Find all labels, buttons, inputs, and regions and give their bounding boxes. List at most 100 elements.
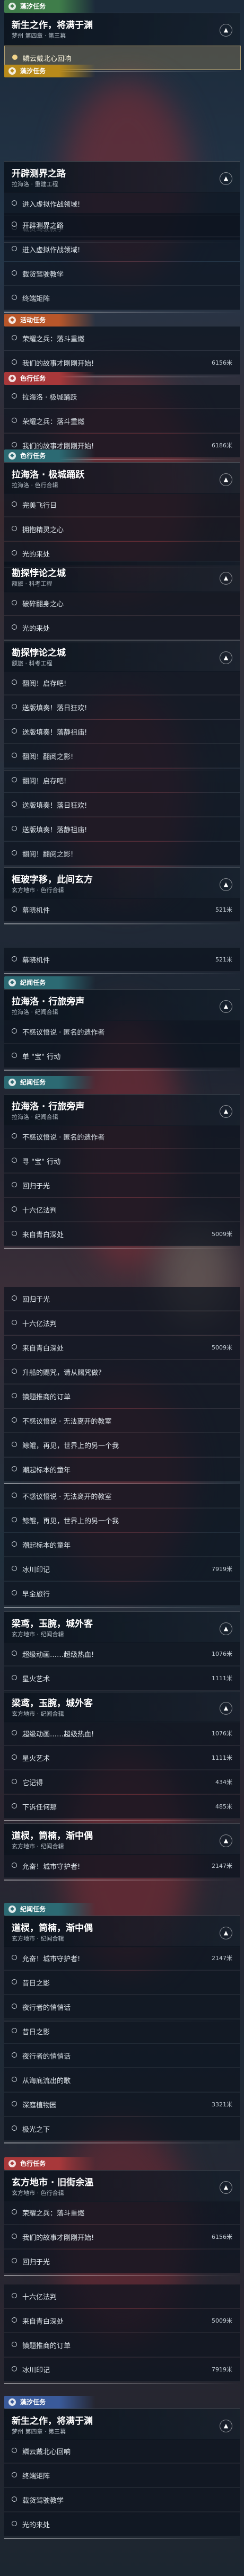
quest-objective-row[interactable]: 载货驾驶教学 bbox=[4, 2488, 240, 2512]
quest-objective-row[interactable]: 单 "宝" 行动 bbox=[4, 1044, 240, 1068]
quest-objective-row[interactable]: 十六亿法判 bbox=[4, 1311, 240, 1335]
quest-objective-row[interactable]: 来自青白深处 5009米 bbox=[4, 1222, 240, 1246]
quest-objective-row[interactable]: 鳞云戴北心回响 bbox=[4, 2439, 240, 2463]
objective-status-icon bbox=[12, 2496, 17, 2502]
quest-objective-row[interactable]: 昔日之影 bbox=[4, 1971, 240, 1995]
quest-objective-row[interactable]: 终端矩阵 bbox=[4, 286, 240, 310]
quest-objective-row[interactable]: 光的来处 bbox=[4, 2512, 240, 2536]
chevron-up-icon[interactable]: ▲ bbox=[220, 1834, 232, 1847]
quest-objective-row[interactable]: 开辟测界之路 bbox=[4, 213, 240, 237]
quest-objective-row[interactable]: 升船的赐咒，请从赐咒做? bbox=[4, 1360, 240, 1384]
quest-objective-row[interactable]: 终端矩阵 bbox=[4, 2464, 240, 2487]
quest-objective-row[interactable]: 深庭植物园 3321米 bbox=[4, 2093, 240, 2116]
quest-card[interactable]: 道棂，筒楠，渐中偶 玄方地市 · 纪闻合辑 ▲ bbox=[4, 1823, 240, 1855]
quest-objective-row[interactable]: 寻 "宝" 行动 bbox=[4, 1149, 240, 1173]
quest-objective-row[interactable]: 送版填奏！落日狂欢! bbox=[4, 793, 240, 817]
quest-objective-row[interactable]: 鲸鲲，再见，世界上的另一个我 bbox=[4, 1433, 240, 1457]
quest-objective-row[interactable]: 早金旅行 bbox=[4, 1582, 240, 1605]
quest-card[interactable]: 框玻字移，此间玄方 玄方地市 · 色行合辑 ▲ bbox=[4, 867, 240, 899]
quest-card[interactable]: 梁鸢，玉腕，城外客 玄方地市 · 纪闻合辑 ▲ bbox=[4, 1691, 240, 1723]
quest-objective-row[interactable]: 荣耀之兵：落斗重燃 bbox=[4, 327, 240, 350]
chevron-up-icon[interactable]: ▲ bbox=[220, 172, 232, 185]
quest-objective-row[interactable]: 星火艺术 1111米 bbox=[4, 1746, 240, 1770]
chevron-up-icon[interactable]: ▲ bbox=[220, 651, 232, 664]
chevron-up-icon[interactable]: ▲ bbox=[220, 2181, 232, 2194]
quest-objective-row[interactable]: 翻阅！翻阅之影! bbox=[4, 842, 240, 866]
quest-objective-row[interactable]: 来自青白深处 5009米 bbox=[4, 2309, 240, 2333]
quest-objective-row[interactable]: 送版填奏！落静祖庙! bbox=[4, 817, 240, 841]
quest-objective-row[interactable]: 荣耀之兵：落斗重燃 bbox=[4, 2201, 240, 2225]
quest-objective-row[interactable]: 鲸鲲，再见，世界上的另一个我 bbox=[4, 1508, 240, 1532]
quest-objective-row[interactable]: 送版填奏！落日狂欢! bbox=[4, 695, 240, 719]
quest-objective-row[interactable]: 十六亿法判 bbox=[4, 1198, 240, 1222]
quest-objective-row[interactable]: 幕晓机件 521米 bbox=[4, 898, 240, 922]
chevron-up-icon[interactable]: ▲ bbox=[220, 572, 232, 585]
quest-objective-row[interactable]: 昔日之影 bbox=[4, 2019, 240, 2043]
quest-objective-row[interactable]: 荣耀之兵：落斗重燃 bbox=[4, 409, 240, 433]
quest-objective-row[interactable]: 镇题推商的订单 bbox=[4, 2333, 240, 2357]
quest-objective-row[interactable]: 载货驾驶教学 bbox=[4, 262, 240, 286]
quest-card[interactable]: 新生之作，将满于渊 梦州 第四章 · 第三幕 ▲ bbox=[4, 2409, 240, 2440]
quest-objective-row[interactable]: 冰川印记 7919米 bbox=[4, 2358, 240, 2381]
quest-objective-row[interactable]: 极光之下 bbox=[4, 2117, 240, 2141]
quest-objective-row[interactable]: 不惑议悟说 · 无法离开的教室 bbox=[4, 1484, 240, 1508]
quest-objective-row[interactable]: 镇题推商的订单 bbox=[4, 1384, 240, 1408]
quest-objective-row[interactable]: 拉海洛 · 极城踊跃 bbox=[4, 385, 240, 409]
quest-objective-row[interactable]: 从海底流出的歌 bbox=[4, 2068, 240, 2092]
quest-objective-row[interactable]: 拥抱精灵之心 bbox=[4, 517, 240, 541]
chevron-up-icon[interactable]: ▲ bbox=[220, 473, 232, 486]
quest-objective-row[interactable]: 它记得 434米 bbox=[4, 1770, 240, 1794]
quest-objective-row[interactable]: 翻阅！启存吧! bbox=[4, 769, 240, 792]
quest-objective-row[interactable]: 我们的故事才刚刚开始! 6156米 bbox=[4, 351, 240, 375]
chevron-up-icon[interactable]: ▲ bbox=[220, 1702, 232, 1715]
quest-objective-row[interactable]: 夜行者的悄悄话 bbox=[4, 2044, 240, 2068]
quest-objective-row[interactable]: 星火艺术 1111米 bbox=[4, 1666, 240, 1690]
chevron-up-icon[interactable]: ▲ bbox=[220, 2420, 232, 2432]
quest-objective-row[interactable]: 来自青白深处 5009米 bbox=[4, 1336, 240, 1360]
quest-objective-row[interactable]: 潮起标本的童年 bbox=[4, 1533, 240, 1557]
quest-objective-row[interactable]: 超级动画……超级热血! 1076米 bbox=[4, 1722, 240, 1745]
quest-objective-row[interactable]: 完美飞行日 bbox=[4, 493, 240, 517]
quest-objective-row[interactable]: 光的来处 bbox=[4, 616, 240, 640]
quest-card[interactable]: 拉海洛 · 极城踊跃 拉海洛 · 色行合辑 ▲ bbox=[4, 462, 240, 494]
quest-objective-row[interactable]: 不惑议悟说 · 匿名的遗作者 bbox=[4, 1125, 240, 1149]
quest-objective-row[interactable]: 允奋！城市守护者! 2147米 bbox=[4, 1946, 240, 1970]
quest-objective-row[interactable]: 进入虚拟作战领域! bbox=[4, 192, 240, 216]
quest-objective-row[interactable]: 十六亿法判 bbox=[4, 2284, 240, 2308]
quest-card[interactable]: 道棂，筒楠，渐中偶 玄方地市 · 纪闻合辑 ▲ bbox=[4, 1916, 240, 1947]
quest-card[interactable]: 拉海洛 · 行旅旁声 拉海洛 · 纪闻合辑 ▲ bbox=[4, 1094, 240, 1126]
quest-objective-row[interactable]: 回归于光 bbox=[4, 1287, 240, 1311]
quest-objective-row[interactable]: 送版填奏！落静祖庙! bbox=[4, 720, 240, 744]
objective-status-icon bbox=[12, 2077, 17, 2082]
chevron-up-icon[interactable]: ▲ bbox=[220, 24, 232, 37]
chevron-up-icon[interactable]: ▲ bbox=[220, 1622, 232, 1635]
chevron-up-icon[interactable]: ▲ bbox=[220, 878, 232, 891]
quest-objective-row[interactable]: 允奋！城市守护者! 2147米 bbox=[4, 1854, 240, 1878]
quest-card[interactable]: 拉海洛 · 行旅旁声 拉海洛 · 纪闻合辑 ▲ bbox=[4, 989, 240, 1021]
chevron-up-icon[interactable]: ▲ bbox=[220, 1000, 232, 1013]
quest-objective-row[interactable]: 不惑议悟说 · 无法离开的教室 bbox=[4, 1409, 240, 1433]
chevron-up-icon[interactable]: ▲ bbox=[220, 1105, 232, 1118]
quest-card[interactable]: 玄方地市 · 旧街余温 玄方地市 · 色行合辑 ▲ bbox=[4, 2170, 240, 2202]
quest-objective-row[interactable]: 进入虚拟作战领域! bbox=[4, 237, 240, 261]
quest-objective-row[interactable]: 我们的故事才刚刚开始! 6156米 bbox=[4, 2225, 240, 2249]
quest-objective-row[interactable]: 超级动画……超级热血! 1076米 bbox=[4, 1642, 240, 1666]
quest-objective-row[interactable]: 潮起标本的童年 bbox=[4, 1458, 240, 1481]
quest-objective-row[interactable]: 下诉任何那 485米 bbox=[4, 1795, 240, 1819]
quest-objective-row[interactable]: 夜行者的悄悄话 bbox=[4, 1995, 240, 2019]
quest-objective-row[interactable]: 回归于光 bbox=[4, 2249, 240, 2273]
quest-objective-row[interactable]: 翻阅！启存吧! bbox=[4, 671, 240, 695]
quest-objective-row[interactable]: 冰川印记 7919米 bbox=[4, 1557, 240, 1581]
quest-card[interactable]: 勘探悖论之城 额旅 · 科考工程 ▲ bbox=[4, 561, 240, 593]
quest-objective-row[interactable]: 翻阅！翻阅之影! bbox=[4, 744, 240, 768]
quest-category-tag: ◆ 藻汐任务 bbox=[4, 0, 95, 13]
chevron-up-icon[interactable]: ▲ bbox=[220, 1927, 232, 1939]
quest-objective-row[interactable]: 幕晓机件 521米 bbox=[4, 948, 240, 972]
quest-objective-row[interactable]: 回归于光 bbox=[4, 1174, 240, 1197]
quest-objective-row[interactable]: 破碎翻身之心 bbox=[4, 592, 240, 615]
quest-card[interactable]: 开辟测界之路 拉海洛 · 重建工程 ▲ bbox=[4, 161, 240, 193]
quest-objective-row[interactable]: 不惑议悟说 · 匿名的遗作者 bbox=[4, 1020, 240, 1044]
quest-card[interactable]: 新生之作，将满于渊 梦州 第四章 · 第三幕 ▲ bbox=[4, 13, 240, 47]
quest-card[interactable]: 梁鸢，玉腕，城外客 玄方地市 · 纪闻合辑 ▲ bbox=[4, 1611, 240, 1643]
quest-card[interactable]: 勘探悖论之城 额旅 · 科考工程 ▲ bbox=[4, 640, 240, 672]
